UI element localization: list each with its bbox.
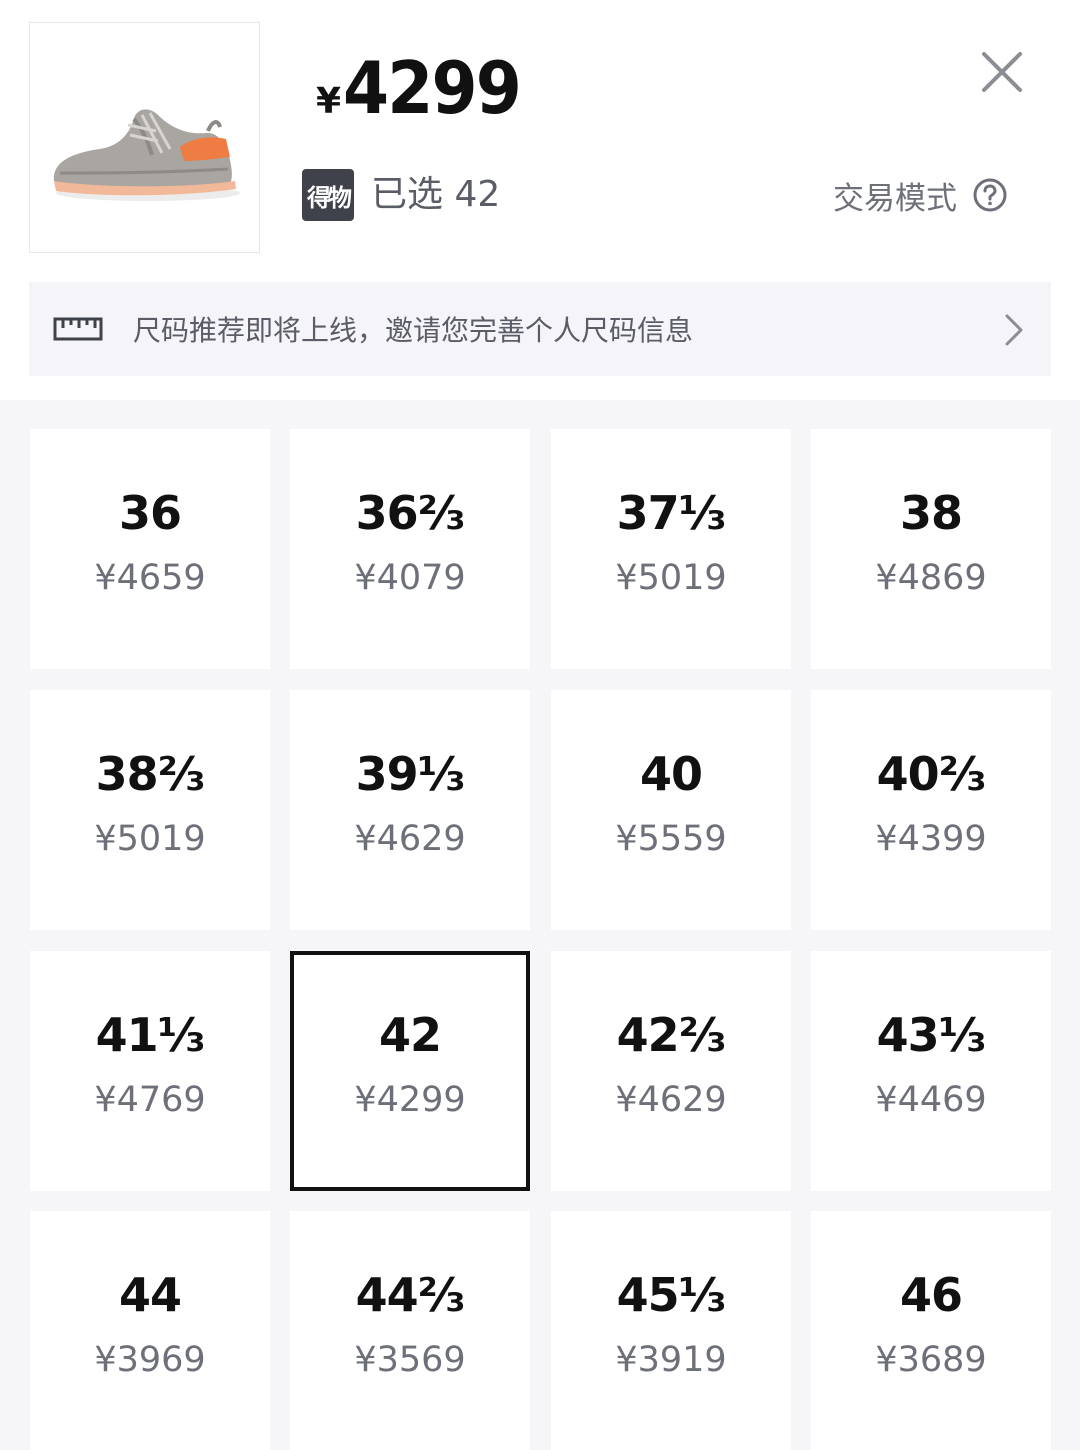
size-option[interactable]: 40 ¥5559: [551, 690, 791, 930]
size-price: ¥4769: [94, 1080, 206, 1120]
size-recommendation-banner[interactable]: 尺码推荐即将上线，邀请您完善个人尺码信息: [29, 282, 1051, 376]
close-button[interactable]: [976, 46, 1028, 98]
size-price: ¥5019: [94, 819, 206, 859]
trade-mode-button[interactable]: 交易模式: [833, 172, 1007, 218]
size-option-selected[interactable]: 42 ¥4299: [290, 951, 530, 1191]
size-option[interactable]: 40⅔ ¥4399: [811, 690, 1051, 930]
size-option[interactable]: 44⅔ ¥3569: [290, 1211, 530, 1450]
size-price: ¥4869: [875, 558, 987, 598]
size-label: 36: [118, 486, 182, 540]
size-option[interactable]: 36 ¥4659: [30, 429, 270, 669]
selected-size-text: 已选 42: [371, 174, 501, 215]
size-label: 40: [639, 747, 703, 801]
size-label: 42: [378, 1008, 442, 1062]
size-price: ¥3969: [94, 1340, 206, 1380]
brand-badge: 得物: [302, 169, 354, 221]
product-thumbnail[interactable]: [29, 22, 260, 253]
size-label: 40⅔: [876, 747, 987, 801]
size-price: ¥4469: [875, 1080, 987, 1120]
size-label: 36⅔: [355, 486, 466, 540]
size-price: ¥3689: [875, 1340, 987, 1380]
size-label: 38⅔: [95, 747, 206, 801]
shoe-product-image: [53, 109, 240, 201]
help-circle-icon: [973, 178, 1007, 212]
size-price: ¥4629: [354, 819, 466, 859]
size-grid: 36 ¥4659 36⅔ ¥4079 37⅓ ¥5019 38 ¥4869 38…: [0, 400, 1080, 1450]
size-option[interactable]: 44 ¥3969: [30, 1211, 270, 1450]
size-label: 42⅔: [616, 1008, 727, 1062]
size-price: ¥4299: [354, 1080, 466, 1120]
size-label: 44: [118, 1268, 182, 1322]
size-banner-text: 尺码推荐即将上线，邀请您完善个人尺码信息: [133, 314, 694, 347]
product-header: ¥ 4299 得物 已选 42 交易模式 尺码推荐即将上线，邀请您完善个人尺码信…: [0, 0, 1080, 400]
size-price: ¥5019: [615, 558, 727, 598]
price-value: 4299: [343, 46, 522, 130]
size-price: ¥4629: [615, 1080, 727, 1120]
size-price: ¥4079: [354, 558, 466, 598]
size-option[interactable]: 42⅔ ¥4629: [551, 951, 791, 1191]
size-label: 41⅓: [95, 1008, 206, 1062]
size-price: ¥5559: [615, 819, 727, 859]
currency-symbol: ¥: [316, 81, 342, 122]
size-label: 43⅓: [876, 1008, 987, 1062]
size-option[interactable]: 41⅓ ¥4769: [30, 951, 270, 1191]
trade-mode-label: 交易模式: [833, 180, 957, 217]
size-label: 46: [899, 1268, 963, 1322]
size-option[interactable]: 38⅔ ¥5019: [30, 690, 270, 930]
size-price: ¥4399: [875, 819, 987, 859]
close-icon: [982, 52, 1022, 92]
size-label: 45⅓: [616, 1268, 727, 1322]
size-option[interactable]: 36⅔ ¥4079: [290, 429, 530, 669]
size-label: 44⅔: [355, 1268, 466, 1322]
ruler-icon: [53, 317, 103, 341]
size-price: ¥3569: [354, 1340, 466, 1380]
current-price: ¥ 4299: [316, 46, 535, 136]
size-price: ¥4659: [94, 558, 206, 598]
size-label: 38: [899, 486, 963, 540]
size-option[interactable]: 43⅓ ¥4469: [811, 951, 1051, 1191]
size-option[interactable]: 39⅓ ¥4629: [290, 690, 530, 930]
size-option[interactable]: 37⅓ ¥5019: [551, 429, 791, 669]
size-price: ¥3919: [615, 1340, 727, 1380]
size-label: 39⅓: [355, 747, 466, 801]
chevron-right-icon: [1005, 314, 1023, 346]
size-option[interactable]: 45⅓ ¥3919: [551, 1211, 791, 1450]
size-label: 37⅓: [616, 486, 727, 540]
size-option[interactable]: 46 ¥3689: [811, 1211, 1051, 1450]
size-option[interactable]: 38 ¥4869: [811, 429, 1051, 669]
